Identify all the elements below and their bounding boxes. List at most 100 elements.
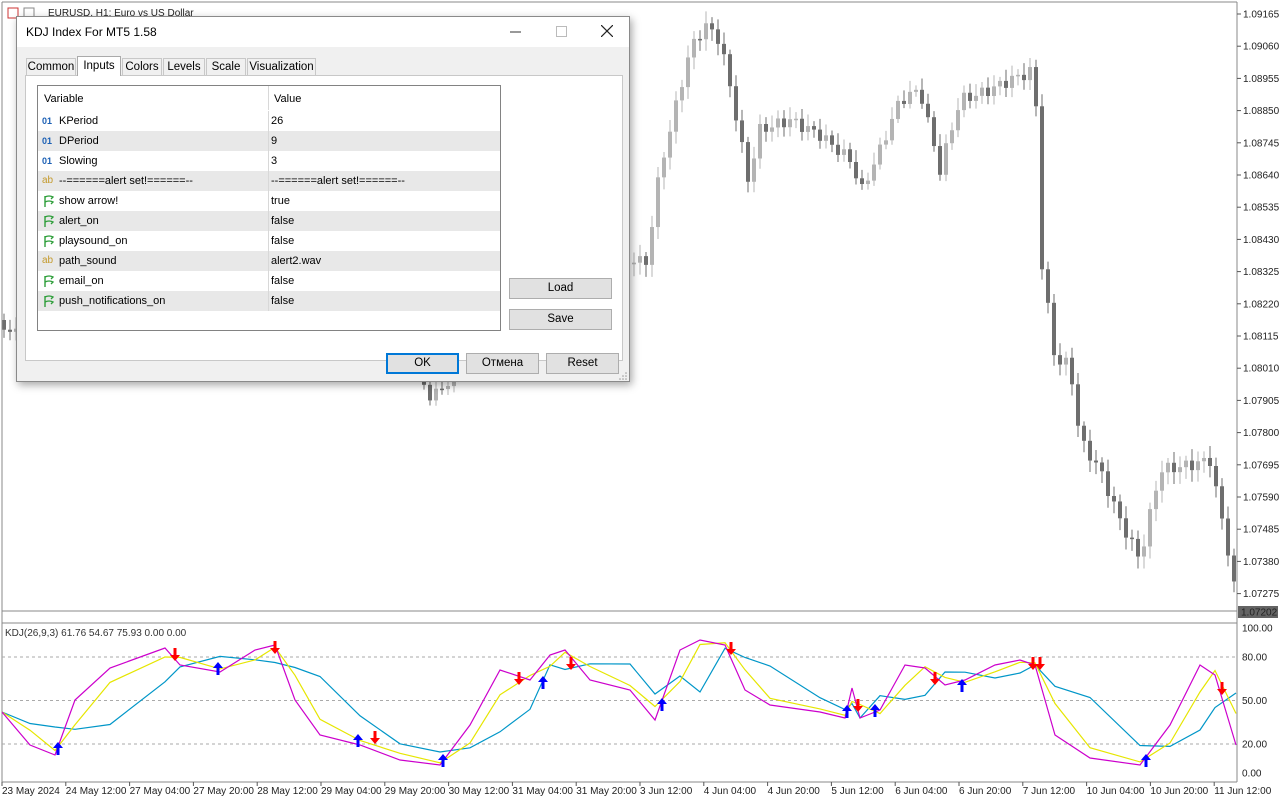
value-cell[interactable]: false	[269, 231, 500, 251]
value-cell[interactable]: 3	[269, 151, 500, 171]
candle-body	[746, 142, 750, 182]
candle-body	[1190, 460, 1194, 471]
price-label: 1.09165	[1243, 10, 1280, 21]
candle-body	[1052, 302, 1056, 356]
value-cell[interactable]: false	[269, 271, 500, 291]
value-cell[interactable]: 9	[269, 131, 500, 151]
string-type-icon: ab	[42, 255, 54, 266]
input-row-dperiod[interactable]: 01 DPeriod 9	[38, 131, 500, 151]
value-cell[interactable]: --======alert set!======--	[269, 171, 500, 191]
candle-body	[446, 386, 450, 390]
input-row-email-on[interactable]: email_on false	[38, 271, 500, 291]
input-row-path-sound[interactable]: ab path_sound alert2.wav	[38, 251, 500, 271]
kdj-d-line	[1, 642, 1237, 764]
value-cell[interactable]: alert2.wav	[269, 251, 500, 271]
value-cell[interactable]: false	[269, 291, 500, 311]
candle-body	[986, 87, 990, 96]
input-row-push-notifications-on[interactable]: push_notifications_on false	[38, 291, 500, 311]
candle-body	[866, 180, 870, 185]
candle-body	[1016, 74, 1020, 77]
variable-cell: alert_on	[38, 211, 268, 231]
value-cell[interactable]: 26	[269, 111, 500, 131]
ok-button[interactable]: OK	[386, 353, 459, 374]
kdj-j-line	[1, 647, 1237, 753]
candle-body	[932, 117, 936, 147]
tab-levels[interactable]: Levels	[163, 58, 205, 75]
current-price-label: 1.07202	[1241, 608, 1278, 619]
header-value[interactable]: Value	[269, 86, 500, 110]
time-label: 27 May 04:00	[130, 786, 191, 797]
candle-body	[2, 320, 6, 330]
candle-body	[752, 158, 756, 182]
candle-body	[1046, 269, 1050, 303]
price-label: 1.08535	[1243, 203, 1280, 214]
resize-grip-icon[interactable]	[619, 371, 627, 380]
indicator-level-label: 20.00	[1242, 740, 1267, 751]
candle-body	[428, 384, 432, 401]
input-row-slowing[interactable]: 01 Slowing 3	[38, 151, 500, 171]
time-label: 31 May 20:00	[576, 786, 637, 797]
candle-body	[992, 86, 996, 96]
candle-body	[644, 256, 648, 265]
tab-scale[interactable]: Scale	[206, 58, 246, 75]
candle-body	[1214, 465, 1218, 487]
candle-body	[764, 124, 768, 132]
save-button[interactable]: Save	[509, 309, 612, 330]
input-row-alert-set[interactable]: ab --======alert set!======-- --======aler…	[38, 171, 500, 191]
variable-cell: email_on	[38, 271, 268, 291]
price-label: 1.08220	[1243, 299, 1280, 310]
value-cell[interactable]: true	[269, 191, 500, 211]
value-cell[interactable]: false	[269, 211, 500, 231]
input-row-playsound-on[interactable]: playsound_on false	[38, 231, 500, 251]
candle-body	[8, 329, 12, 332]
arrow-down-icon	[370, 731, 380, 744]
time-label: 31 May 04:00	[512, 786, 573, 797]
indicator-properties-dialog[interactable]: KDJ Index For MT5 1.58 Common Inputs Col…	[16, 16, 630, 382]
candle-body	[1124, 518, 1128, 538]
candle-body	[1208, 457, 1212, 466]
time-label: 6 Jun 04:00	[895, 786, 948, 797]
cancel-button[interactable]: Отмена	[466, 353, 539, 374]
close-button[interactable]	[584, 17, 630, 47]
candle-body	[788, 119, 792, 128]
input-row-alert-on[interactable]: alert_on false	[38, 211, 500, 231]
integer-type-icon: 01	[42, 156, 53, 166]
candle-body	[1094, 460, 1098, 463]
variable-cell: 01 KPeriod	[38, 111, 268, 131]
input-row-show-arrow[interactable]: show arrow! true	[38, 191, 500, 211]
indicator-level-label: 80.00	[1242, 653, 1267, 664]
candle-body	[926, 103, 930, 118]
variable-name: show arrow!	[59, 195, 119, 207]
input-row-kperiod[interactable]: 01 KPeriod 26	[38, 111, 500, 131]
candle-body	[800, 118, 804, 132]
candle-body	[728, 54, 732, 87]
load-button[interactable]: Load	[509, 278, 612, 299]
header-variable[interactable]: Variable	[38, 86, 268, 110]
candle-body	[1088, 440, 1092, 461]
candle-body	[794, 118, 798, 121]
tab-visualization[interactable]: Visualization	[247, 58, 316, 75]
candle-body	[1232, 555, 1236, 582]
candle-body	[1154, 490, 1158, 510]
integer-type-icon: 01	[42, 116, 53, 126]
maximize-button[interactable]	[538, 17, 584, 47]
candle-body	[650, 227, 654, 265]
tab-colors[interactable]: Colors	[122, 58, 162, 75]
tab-inputs[interactable]: Inputs	[77, 56, 121, 76]
dialog-titlebar[interactable]: KDJ Index For MT5 1.58	[17, 17, 629, 47]
candle-body	[1010, 75, 1014, 88]
reset-button[interactable]: Reset	[546, 353, 619, 374]
candle-body	[1172, 462, 1176, 473]
kdj-k-line	[1, 639, 1237, 766]
candle-body	[1130, 537, 1134, 540]
candle-body	[770, 127, 774, 132]
inputs-grid[interactable]: Variable Value 01 KPeriod 26 01 DPeriod 9 01 Sl…	[37, 85, 501, 331]
candle-body	[908, 91, 912, 104]
maximize-icon	[555, 24, 567, 40]
candle-body	[722, 43, 726, 55]
candle-body	[980, 87, 984, 96]
minimize-button[interactable]	[492, 17, 538, 47]
tab-common[interactable]: Common	[26, 58, 76, 75]
inputs-panel: Variable Value 01 KPeriod 26 01 DPeriod 9 01 Sl…	[25, 75, 623, 361]
string-type-icon: ab	[42, 175, 54, 186]
